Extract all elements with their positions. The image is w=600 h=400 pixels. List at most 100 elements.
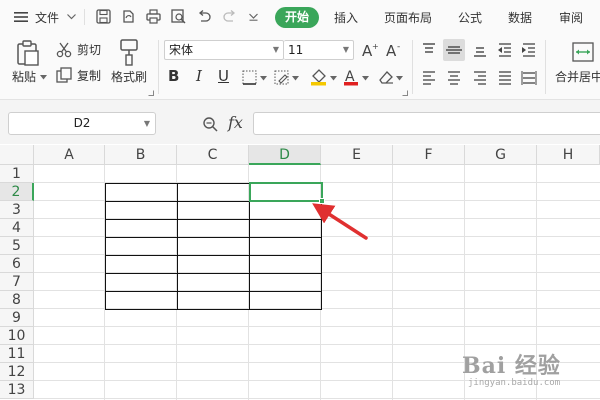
underline-button[interactable]: U xyxy=(218,69,229,84)
font-name-select[interactable]: 宋体 ▼ xyxy=(164,40,284,60)
chevron-down-icon[interactable] xyxy=(67,14,76,20)
watermark: Bai 经验 jingyan.baidu.com xyxy=(462,348,592,394)
cut-button[interactable]: 剪切 xyxy=(77,43,101,57)
align-middle-icon[interactable] xyxy=(443,39,465,61)
row-header-4[interactable]: 4 xyxy=(0,219,34,237)
fill-handle[interactable] xyxy=(319,198,325,204)
tab-start[interactable]: 开始 xyxy=(275,7,319,28)
format-painter-icon[interactable] xyxy=(118,39,140,67)
table-border-horizontal xyxy=(105,309,322,310)
font-size-value: 11 xyxy=(288,43,304,57)
column-header-f[interactable]: F xyxy=(393,145,465,165)
row-header-11[interactable]: 11 xyxy=(0,345,34,363)
row-header-7[interactable]: 7 xyxy=(0,273,34,291)
table-border-horizontal xyxy=(105,237,322,238)
row-header-2[interactable]: 2 xyxy=(0,183,34,201)
tab-formulas[interactable]: 公式 xyxy=(458,9,482,27)
export-pdf-icon[interactable] xyxy=(121,9,136,24)
column-header-b[interactable]: B xyxy=(105,145,177,165)
font-size-select[interactable]: 11 ▼ xyxy=(284,40,354,60)
chevron-down-icon: ▼ xyxy=(143,119,150,128)
paste-dropdown-icon[interactable] xyxy=(40,75,47,80)
align-right-icon[interactable] xyxy=(472,70,488,86)
print-icon[interactable] xyxy=(146,9,161,24)
fill-color-dropdown-icon[interactable] xyxy=(330,76,337,81)
increase-indent-icon[interactable] xyxy=(521,42,537,58)
ribbon-divider xyxy=(545,40,546,94)
format-painter-button[interactable]: 格式刷 xyxy=(111,70,147,84)
bold-button[interactable]: B xyxy=(168,69,179,84)
column-header-e[interactable]: E xyxy=(321,145,393,165)
row-header-9[interactable]: 9 xyxy=(0,309,34,327)
row-gridline xyxy=(34,398,600,399)
undo-icon[interactable] xyxy=(197,9,212,24)
column-header-a[interactable]: A xyxy=(34,145,105,165)
font-color-icon[interactable]: A xyxy=(343,68,359,86)
selected-cell[interactable] xyxy=(249,182,323,202)
save-icon[interactable] xyxy=(96,9,111,24)
group-expand-icon[interactable] xyxy=(148,90,154,96)
paste-icon[interactable] xyxy=(16,40,40,66)
align-bottom-icon[interactable] xyxy=(472,42,488,58)
column-header-c[interactable]: C xyxy=(177,145,249,165)
align-center-icon[interactable] xyxy=(446,70,462,86)
decrease-indent-icon[interactable] xyxy=(497,42,513,58)
group-expand-icon[interactable] xyxy=(402,90,408,96)
tab-page-layout[interactable]: 页面布局 xyxy=(384,9,432,27)
row-header-10[interactable]: 10 xyxy=(0,327,34,345)
row-header-13[interactable]: 13 xyxy=(0,381,34,399)
merge-center-icon[interactable] xyxy=(572,42,594,62)
align-top-icon[interactable] xyxy=(421,42,437,58)
copy-icon[interactable] xyxy=(56,67,72,83)
align-left-icon[interactable] xyxy=(421,70,437,86)
borders-icon[interactable] xyxy=(242,70,258,86)
row-header-6[interactable]: 6 xyxy=(0,255,34,273)
tab-data[interactable]: 数据 xyxy=(508,9,532,27)
merge-center-button[interactable]: 合并居中 xyxy=(555,70,600,84)
select-all-corner[interactable] xyxy=(0,145,34,165)
zoom-search-icon[interactable] xyxy=(202,116,218,132)
tab-insert[interactable]: 插入 xyxy=(334,9,358,27)
row-header-12[interactable]: 12 xyxy=(0,363,34,381)
distributed-align-icon[interactable] xyxy=(521,70,537,86)
column-header-h[interactable]: H xyxy=(537,145,600,165)
eraser-icon[interactable] xyxy=(378,69,394,85)
file-menu[interactable]: 文件 xyxy=(35,9,59,27)
scissors-icon[interactable] xyxy=(56,42,72,58)
eraser-dropdown-icon[interactable] xyxy=(396,76,403,81)
name-box[interactable]: D2 ▼ xyxy=(8,112,156,135)
paste-button[interactable]: 粘贴 xyxy=(12,70,36,84)
bordered-table xyxy=(105,183,322,310)
table-border-horizontal xyxy=(105,291,322,292)
watermark-text: Bai 经验 xyxy=(462,353,561,379)
fill-color-icon[interactable] xyxy=(310,68,328,86)
print-preview-icon[interactable] xyxy=(171,9,186,24)
svg-text:-: - xyxy=(397,42,400,52)
column-gridline xyxy=(392,165,393,400)
font-name-value: 宋体 xyxy=(169,43,194,57)
formula-input[interactable] xyxy=(253,112,600,135)
redo-icon[interactable] xyxy=(222,9,237,24)
font-color-dropdown-icon[interactable] xyxy=(362,76,369,81)
tab-review[interactable]: 审阅 xyxy=(559,9,583,27)
copy-button[interactable]: 复制 xyxy=(77,69,101,83)
row-header-5[interactable]: 5 xyxy=(0,237,34,255)
italic-button[interactable]: I xyxy=(196,69,202,84)
increase-font-size-icon[interactable]: A + xyxy=(362,42,378,58)
justify-icon[interactable] xyxy=(497,70,513,86)
row-header-8[interactable]: 8 xyxy=(0,291,34,309)
row-header-1[interactable]: 1 xyxy=(0,165,34,183)
hamburger-menu-icon[interactable] xyxy=(14,11,28,23)
customize-toolbar-icon[interactable] xyxy=(249,13,258,21)
decrease-font-size-icon[interactable]: A- xyxy=(386,42,402,58)
borders-dropdown-icon[interactable] xyxy=(260,76,267,81)
row-header-3[interactable]: 3 xyxy=(0,201,34,219)
column-header-g[interactable]: G xyxy=(465,145,537,165)
menu-divider xyxy=(84,9,85,25)
fill-pattern-dropdown-icon[interactable] xyxy=(292,76,299,81)
fill-pattern-icon[interactable] xyxy=(274,70,290,86)
watermark-url: jingyan.baidu.com xyxy=(468,378,561,388)
fx-button[interactable]: fx xyxy=(228,114,243,132)
ribbon-divider xyxy=(158,40,159,94)
column-header-d[interactable]: D xyxy=(249,145,321,165)
